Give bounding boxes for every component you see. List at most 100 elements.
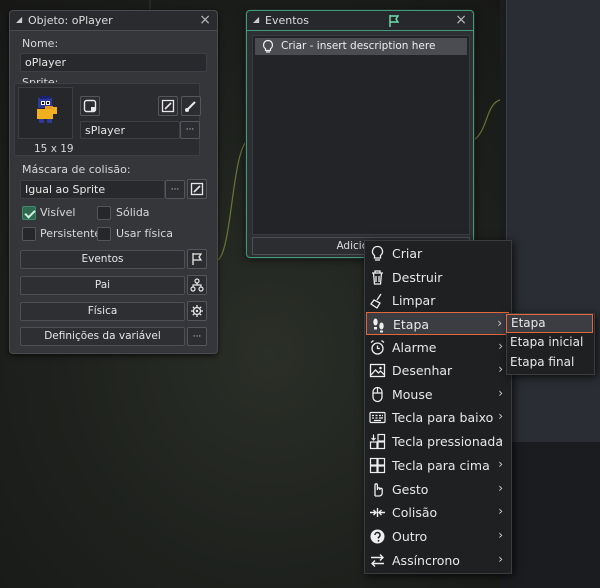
event-list: Criar - insert description here — [252, 35, 470, 235]
mask-label: Máscara de colisão: — [22, 163, 131, 176]
menu-item-outro[interactable]: Outro › — [366, 525, 509, 548]
object-panel-titlebar[interactable]: ◢ Objeto: oPlayer × — [10, 11, 217, 31]
menu-item-criar[interactable]: Criar — [366, 242, 509, 265]
sprite-thumbnail[interactable] — [18, 87, 73, 139]
other-icon — [369, 528, 386, 545]
flag-icon — [387, 14, 401, 28]
room-panel-area — [500, 0, 600, 588]
lightbulb-icon — [369, 245, 386, 262]
events-button[interactable]: Eventos — [20, 250, 185, 269]
events-flag-button[interactable] — [187, 249, 207, 269]
chevron-right-icon: › — [498, 528, 503, 542]
chevron-right-icon: › — [498, 433, 503, 447]
mask-browse-button[interactable]: ··· — [165, 180, 185, 199]
solid-label: Sólida — [116, 206, 150, 219]
chevron-right-icon: › — [498, 409, 503, 423]
menu-item-desenhar[interactable]: Desenhar › — [366, 359, 509, 382]
key-pressed-icon — [369, 433, 386, 450]
brush-icon — [185, 101, 196, 112]
menu-item-tecla-para-cima[interactable]: Tecla para cima › — [366, 454, 509, 477]
submenu-item-etapa-final[interactable]: Etapa final — [506, 354, 593, 373]
menu-item-label: Desenhar — [392, 363, 453, 378]
paint-sprite-button[interactable] — [181, 96, 201, 116]
menu-item-colisao[interactable]: Colisão › — [366, 501, 509, 524]
menu-item-label: Etapa — [393, 317, 430, 332]
menu-item-tecla-pressionada[interactable]: Tecla pressionada › — [366, 430, 509, 453]
menu-item-destruir[interactable]: Destruir — [366, 266, 509, 289]
menu-item-label: Mouse — [392, 387, 433, 402]
variable-definitions-button[interactable]: Definições da variável — [20, 327, 185, 346]
visible-label: Visível — [40, 206, 76, 219]
broom-icon — [369, 292, 386, 309]
event-item-create[interactable]: Criar - insert description here — [255, 38, 467, 55]
menu-item-label: Alarme — [392, 340, 437, 355]
footsteps-icon — [370, 316, 387, 333]
menu-item-label: Destruir — [392, 270, 443, 285]
player-sprite-icon — [37, 96, 57, 123]
menu-item-label: Gesto — [392, 482, 429, 497]
picture-icon — [369, 362, 386, 379]
key-up-icon — [369, 457, 386, 474]
chevron-right-icon: › — [498, 457, 503, 471]
close-icon[interactable]: × — [455, 12, 467, 28]
name-field[interactable]: oPlayer — [20, 53, 207, 72]
menu-item-assincrono[interactable]: Assíncrono › — [366, 549, 509, 572]
menu-item-label: Assíncrono — [392, 553, 460, 568]
menu-item-label: Criar — [392, 246, 423, 261]
chevron-right-icon: › — [498, 504, 503, 518]
collapse-icon[interactable]: ◢ — [16, 15, 22, 24]
trash-icon — [369, 269, 386, 286]
menu-item-label: Tecla para baixo — [392, 410, 494, 425]
persistent-checkbox[interactable] — [22, 227, 36, 241]
menu-item-label: Outro — [392, 529, 428, 544]
mask-edit-button[interactable] — [187, 179, 207, 199]
menu-item-mouse[interactable]: Mouse › — [366, 383, 509, 406]
menu-item-limpar[interactable]: Limpar — [366, 289, 509, 312]
room-panel-strip — [506, 0, 600, 442]
chevron-right-icon: › — [498, 552, 503, 566]
hierarchy-icon — [190, 278, 204, 292]
physics-checkbox[interactable] — [97, 227, 111, 241]
menu-item-label: Tecla pressionada — [392, 434, 503, 449]
menu-item-tecla-para-baixo[interactable]: Tecla para baixo › — [366, 406, 509, 429]
parent-button[interactable]: Pai — [20, 276, 185, 295]
new-sprite-button[interactable] — [80, 96, 100, 116]
hand-gesture-icon — [369, 481, 386, 498]
chevron-right-icon: › — [498, 339, 503, 353]
edit-image-icon — [161, 99, 175, 113]
mask-select[interactable]: Igual ao Sprite — [20, 180, 165, 199]
lightbulb-icon — [261, 39, 275, 54]
collision-icon — [369, 504, 386, 521]
new-sprite-icon — [83, 99, 97, 113]
menu-item-alarme[interactable]: Alarme › — [366, 336, 509, 359]
object-panel-title: Objeto: oPlayer — [28, 14, 113, 27]
menu-item-label: Limpar — [392, 293, 436, 308]
submenu-item-etapa[interactable]: Etapa — [506, 314, 593, 333]
keyboard-icon — [369, 409, 386, 426]
collapse-icon[interactable]: ◢ — [253, 15, 259, 24]
sprite-name-field[interactable]: sPlayer — [80, 121, 180, 139]
flag-icon — [192, 253, 203, 265]
menu-item-etapa[interactable]: Etapa › — [366, 312, 509, 335]
sprite-browse-button[interactable]: ··· — [180, 121, 200, 139]
physics-settings-button[interactable] — [187, 301, 207, 321]
solid-checkbox[interactable] — [97, 206, 111, 220]
chevron-right-icon: › — [498, 481, 503, 495]
physics-button[interactable]: Física — [20, 302, 185, 321]
alarm-clock-icon — [369, 339, 386, 356]
gear-icon — [191, 305, 203, 317]
edit-sprite-button[interactable] — [158, 96, 178, 116]
async-icon — [369, 552, 386, 569]
sprite-size: 15 x 19 — [34, 143, 74, 155]
menu-item-gesto[interactable]: Gesto › — [366, 478, 509, 501]
chevron-right-icon: › — [498, 386, 503, 400]
submenu-item-etapa-inicial[interactable]: Etapa inicial — [506, 334, 593, 353]
menu-item-label: Tecla para cima — [392, 458, 490, 473]
close-icon[interactable]: × — [199, 12, 211, 28]
events-panel-titlebar[interactable]: ◢ Eventos × — [247, 11, 473, 31]
variables-browse-button[interactable]: ··· — [187, 327, 207, 346]
parent-hierarchy-button[interactable] — [187, 275, 207, 295]
visible-checkbox[interactable] — [22, 206, 36, 220]
mouse-icon — [369, 386, 386, 403]
events-panel-title: Eventos — [265, 14, 309, 27]
